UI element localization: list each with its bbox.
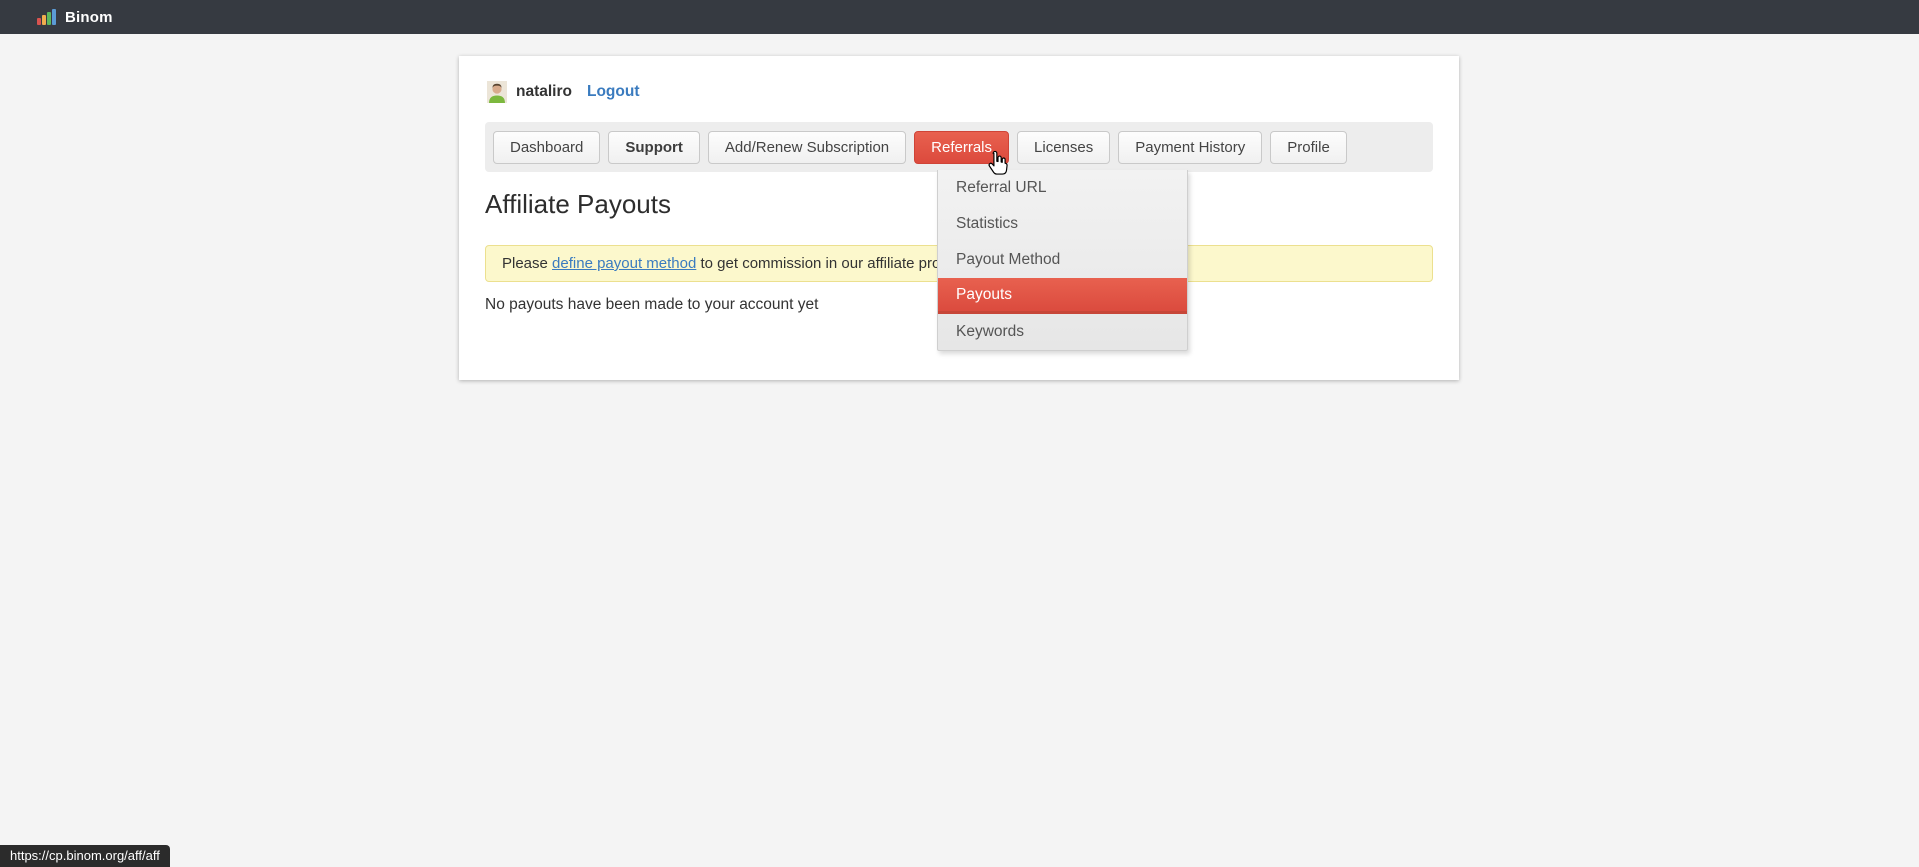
bar-chart-logo-icon	[37, 9, 56, 25]
nav-support-button[interactable]: Support	[608, 131, 700, 164]
nav-add-renew-subscription-button[interactable]: Add/Renew Subscription	[708, 131, 906, 164]
user-name: nataliro	[516, 83, 572, 101]
browser-status-bar: https://cp.binom.org/aff/aff	[0, 845, 170, 867]
dropdown-item-statistics[interactable]: Statistics	[938, 206, 1187, 242]
nav-bar: Dashboard Support Add/Renew Subscription…	[485, 122, 1433, 172]
nav-profile-button[interactable]: Profile	[1270, 131, 1347, 164]
notice-text-prefix: Please	[502, 255, 552, 272]
referrals-dropdown-menu: Referral URL Statistics Payout Method Pa…	[937, 170, 1188, 351]
logout-link[interactable]: Logout	[587, 83, 640, 101]
define-payout-method-link[interactable]: define payout method	[552, 255, 696, 272]
user-row: nataliro Logout	[487, 81, 640, 103]
brand-name: Binom	[65, 9, 113, 26]
page-title: Affiliate Payouts	[485, 189, 671, 220]
empty-payouts-message: No payouts have been made to your accoun…	[485, 296, 818, 314]
top-bar: Binom	[0, 0, 1919, 34]
dropdown-item-payout-method[interactable]: Payout Method	[938, 242, 1187, 278]
dropdown-item-referral-url[interactable]: Referral URL	[938, 170, 1187, 206]
status-url: https://cp.binom.org/aff/aff	[10, 848, 160, 863]
nav-licenses-button[interactable]: Licenses	[1017, 131, 1110, 164]
dropdown-item-keywords[interactable]: Keywords	[938, 314, 1187, 350]
brand-link[interactable]: Binom	[37, 9, 113, 26]
user-avatar-icon	[487, 81, 507, 103]
nav-dashboard-button[interactable]: Dashboard	[493, 131, 600, 164]
nav-payment-history-button[interactable]: Payment History	[1118, 131, 1262, 164]
dropdown-item-payouts[interactable]: Payouts	[938, 278, 1187, 314]
notice-text-suffix: to get commission in our affiliate progr…	[696, 255, 974, 272]
nav-referrals-button[interactable]: Referrals	[914, 131, 1009, 164]
